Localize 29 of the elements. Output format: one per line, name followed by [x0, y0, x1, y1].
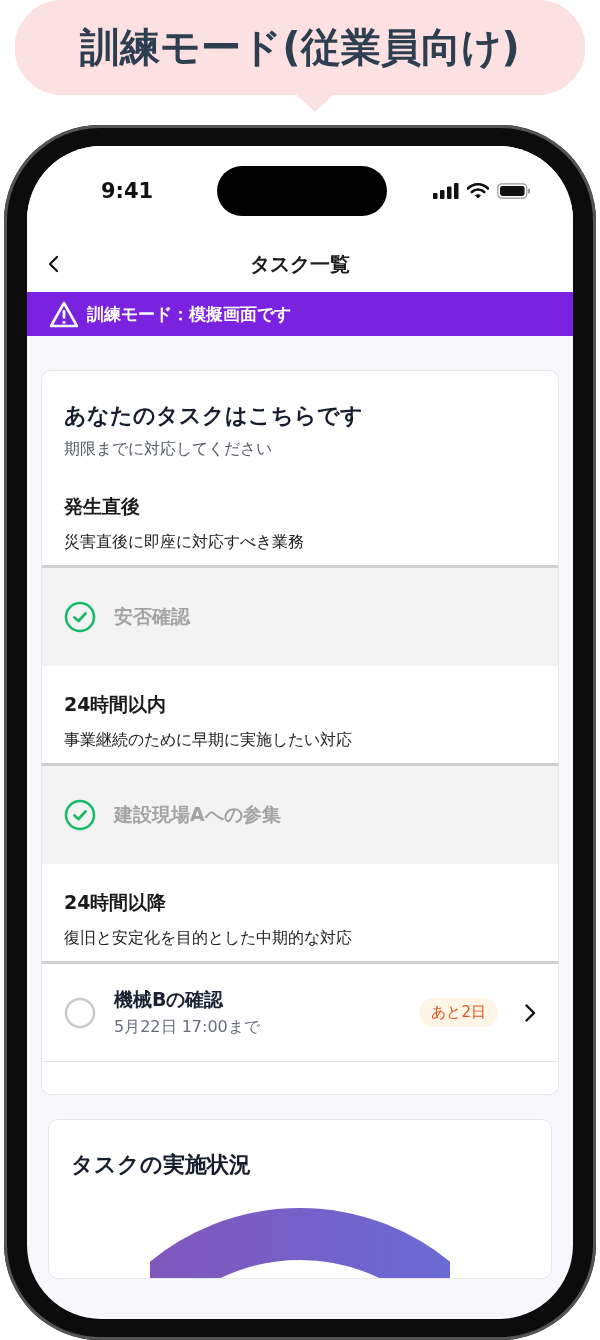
section-description: 災害直後に即座に対応すべき業務 [64, 532, 305, 553]
section-title: 発生直後 [64, 494, 141, 519]
task-name: 機械Bの確認 [114, 987, 225, 1012]
signal-icon [433, 183, 459, 199]
status-time: 9:41 [101, 179, 155, 203]
banner-text: 訓練モード：模擬画面です [87, 302, 291, 326]
task-row[interactable]: 建設現場Aへの参集 [42, 766, 558, 864]
task-deadline: 5月22日 17:00まで [114, 1017, 261, 1038]
callout-title: 訓練モード(従業員向け) [79, 23, 521, 72]
card-title: あなたのタスクはこちらです [64, 402, 364, 430]
check-circle-icon [64, 799, 96, 831]
section-description: 復旧と安定化を目的とした中期的な対応 [64, 928, 353, 949]
check-circle-icon [64, 601, 96, 633]
task-name: 安否確認 [114, 604, 190, 629]
back-icon[interactable] [47, 255, 59, 273]
section-description: 事業継続のために早期に実施したい対応 [64, 730, 353, 751]
section-title: 24時間以降 [64, 890, 168, 915]
screen-title: タスク一覧 [250, 250, 350, 278]
card-title: タスクの実施状況 [71, 1151, 251, 1179]
task-name: 建設現場Aへの参集 [114, 802, 281, 827]
chevron-right-icon [524, 1002, 536, 1023]
section-title: 24時間以内 [64, 692, 168, 717]
days-left-badge: あと2日 [419, 998, 498, 1027]
empty-circle-icon [64, 996, 96, 1029]
task-row[interactable]: 安否確認 [42, 568, 558, 666]
warning-icon [49, 300, 79, 328]
card-subtitle: 期限までに対応してください [64, 439, 273, 460]
wifi-icon [467, 183, 489, 199]
battery-icon [497, 183, 531, 199]
